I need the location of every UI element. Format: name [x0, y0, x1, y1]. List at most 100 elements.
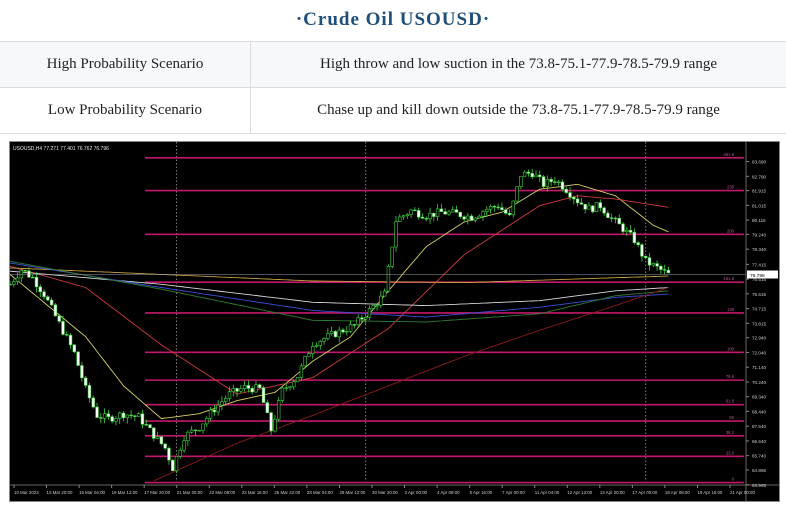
x-tick-label: 30 Mar 20:00: [372, 490, 398, 495]
candle-body: [288, 386, 292, 389]
candle-body: [379, 295, 383, 306]
candle-body: [239, 388, 243, 392]
candle-body: [57, 315, 61, 322]
candle-body: [269, 412, 273, 432]
candle-body: [216, 404, 220, 413]
candle-body: [118, 412, 122, 419]
candle-body: [163, 443, 167, 449]
candle-body: [481, 211, 485, 217]
candle-body: [617, 218, 621, 225]
candle-body: [303, 356, 307, 367]
moving-average-line: [9, 183, 669, 420]
scenario-text: Chase up and kill down outside the 73.8-…: [250, 87, 786, 134]
candle-body: [625, 229, 629, 232]
candle-body: [416, 210, 421, 218]
candle-body: [223, 398, 228, 403]
y-tick-label: 72.040: [752, 350, 766, 355]
candle-body: [666, 269, 671, 274]
candle-body: [284, 387, 288, 389]
candle-body: [322, 338, 326, 342]
candle-body: [360, 317, 364, 320]
candle-body: [159, 436, 164, 445]
y-tick-label: 66.640: [752, 439, 766, 444]
candle-body: [171, 459, 175, 472]
candle-body: [534, 174, 538, 178]
candle-body: [299, 365, 304, 378]
candle-body: [371, 305, 375, 309]
y-tick-label: 82.790: [752, 174, 766, 179]
candle-body: [386, 266, 391, 292]
candle-body: [356, 317, 360, 325]
candle-body: [38, 286, 42, 293]
moving-average-line: [9, 267, 669, 284]
candle-body: [15, 277, 20, 282]
candle-body: [242, 385, 247, 389]
x-tick-label: 18 Apr 08:00: [665, 490, 690, 495]
page-title: ·Crude Oil USOUSD·: [295, 9, 491, 30]
moving-average-line: [9, 262, 669, 318]
candle-body: [65, 334, 69, 336]
candle-body: [424, 217, 428, 220]
current-price-label: 76.796: [750, 273, 765, 279]
candle-body: [401, 215, 406, 218]
candle-body: [276, 400, 281, 420]
fib-level-tag: 78.6: [726, 374, 735, 379]
candle-body: [140, 413, 145, 425]
candle-body: [428, 212, 432, 220]
chart-svg: 83.690 82.790 81.915 81.015 80.115 79.240 78.3…: [8, 142, 779, 501]
candle-body: [292, 381, 296, 388]
candle-body: [34, 276, 39, 288]
candle-body: [504, 209, 508, 214]
x-tick-label: 3 Apr 00:00: [405, 490, 428, 495]
candle-body: [258, 384, 262, 388]
x-tick-label: 5 Apr 16:00: [470, 490, 493, 495]
fib-level-tag: 100: [727, 346, 735, 351]
candle-body: [375, 304, 379, 307]
candle-body: [530, 173, 534, 178]
candle-body: [390, 246, 394, 267]
x-tick-label: 4 Apr 08:00: [437, 490, 460, 495]
candle-body: [352, 324, 357, 326]
x-tick-label: 13 Apr 20:00: [600, 490, 625, 495]
candle-body: [488, 206, 493, 210]
scenario-table: High Probability Scenario High throw and…: [0, 41, 786, 134]
candle-body: [515, 186, 519, 202]
candle-body: [129, 414, 133, 417]
candle-body: [594, 202, 599, 213]
fib-level-tag: 261.8: [724, 152, 735, 157]
candle-body: [61, 321, 65, 335]
y-tick-label: 72.940: [752, 336, 766, 341]
price-chart[interactable]: 83.690 82.790 81.915 81.015 80.115 79.240 78.3…: [8, 141, 780, 502]
candle-body: [178, 449, 182, 457]
candle-body: [621, 223, 625, 232]
candle-body: [628, 229, 633, 233]
x-tick-label: 13 Mar 20:00: [47, 490, 73, 495]
candle-body: [466, 215, 470, 220]
candle-body: [367, 308, 372, 318]
candle-body: [575, 198, 580, 204]
candle-body: [114, 418, 118, 422]
moving-average-line: [9, 195, 669, 395]
table-row: Low Probability Scenario Chase up and ki…: [0, 87, 786, 134]
x-tick-label: 26 Mar 22:00: [274, 490, 300, 495]
candle-body: [326, 333, 330, 339]
candle-body: [148, 424, 152, 429]
candle-body: [454, 209, 459, 213]
chart-symbol-title: USOUSD,H4 77.271 77.401 76.762 76.796: [13, 146, 109, 152]
candle-body: [538, 174, 542, 177]
candle-body: [76, 351, 80, 366]
fib-level-tag: 61.8: [726, 399, 735, 404]
y-tick-label: 83.690: [752, 160, 766, 165]
candle-body: [261, 387, 266, 403]
candle-body: [144, 424, 148, 426]
candle-body: [227, 391, 232, 399]
scenario-label: Low Probability Scenario: [0, 87, 251, 134]
x-tick-label: 17 Apr 00:00: [632, 490, 657, 495]
candle-body: [432, 212, 436, 217]
candle-body: [545, 179, 550, 187]
candle-body: [125, 414, 130, 419]
candle-body: [174, 456, 179, 472]
y-tick-label: 73.815: [752, 321, 766, 326]
candle-body: [8, 283, 12, 286]
candle-body: [447, 211, 451, 215]
